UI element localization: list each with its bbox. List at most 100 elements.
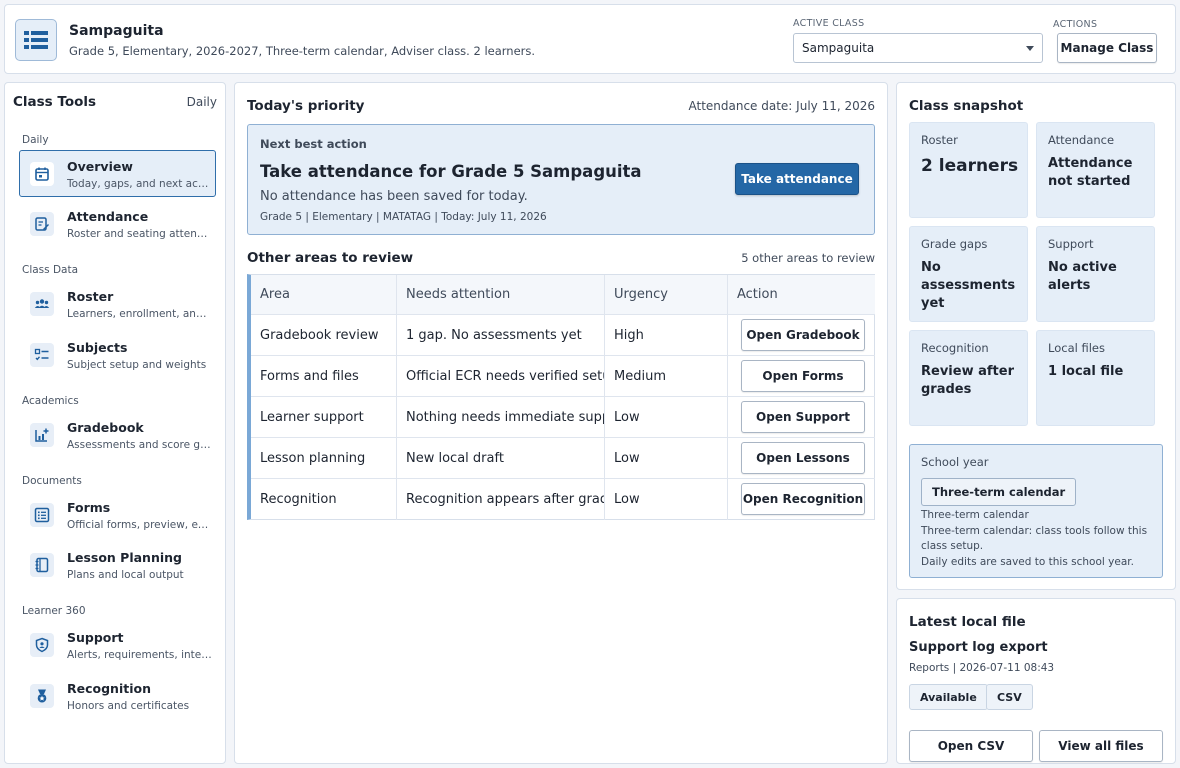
- table-row: Lesson planning New local draft Low Open…: [251, 438, 875, 479]
- review-table: Area Needs attention Urgency Action Grad…: [247, 274, 875, 520]
- sidebar-item-desc: Today, gaps, and next actions: [67, 178, 212, 190]
- urgency-cell: Medium: [605, 356, 728, 396]
- class-title: Sampaguita: [69, 23, 164, 39]
- open-csv-button[interactable]: Open CSV: [909, 730, 1033, 762]
- chevron-down-icon: [1026, 46, 1034, 51]
- tile-label: Attendance: [1048, 133, 1115, 147]
- actions-label: ACTIONS: [1053, 19, 1098, 30]
- needs-cell: 1 gap. No assessments yet: [397, 315, 605, 355]
- sidebar-item-label: Overview: [67, 159, 133, 174]
- needs-cell: Nothing needs immediate support: [397, 397, 605, 437]
- status-badge: Available: [909, 684, 988, 710]
- manage-class-button[interactable]: Manage Class: [1057, 33, 1157, 63]
- checklist-icon: [30, 343, 54, 367]
- tile-value: 1 local file: [1048, 364, 1124, 379]
- sidebar-item-label: Roster: [67, 289, 114, 304]
- snapshot-title: Class snapshot: [909, 98, 1024, 114]
- action-cell: Open Gradebook: [728, 315, 875, 355]
- needs-cell: Official ECR needs verified setup: [397, 356, 605, 396]
- sidebar-item-recognition[interactable]: Recognition Honors and certificates: [19, 672, 216, 719]
- group-academics: Academics: [22, 395, 79, 407]
- open-gradebook-button[interactable]: Open Gradebook: [741, 319, 865, 351]
- group-class-data: Class Data: [22, 264, 79, 276]
- open-support-button[interactable]: Open Support: [741, 401, 865, 433]
- sidebar-item-label: Subjects: [67, 340, 128, 355]
- sidebar-item-roster[interactable]: Roster Learners, enrollment, and imports: [19, 280, 216, 327]
- urgency-cell: Low: [605, 438, 728, 478]
- sidebar-item-forms[interactable]: Forms Official forms, preview, export: [19, 491, 216, 538]
- column-header: Action: [737, 287, 778, 302]
- other-areas-count: 5 other areas to review: [741, 251, 875, 265]
- list-icon: [15, 19, 57, 61]
- take-attendance-button[interactable]: Take attendance: [735, 163, 859, 195]
- active-class-label: ACTIVE CLASS: [793, 18, 865, 29]
- sidebar-item-desc: Learners, enrollment, and imports: [67, 308, 212, 320]
- next-action-meta: Grade 5 | Elementary | MATATAG | Today: …: [260, 211, 547, 223]
- sidebar-item-label: Support: [67, 630, 124, 645]
- active-class-value: Sampaguita: [802, 41, 875, 55]
- sidebar-item-subjects[interactable]: Subjects Subject setup and weights: [19, 331, 216, 378]
- table-row: Learner support Nothing needs immediate …: [251, 397, 875, 438]
- tile-label: Roster: [921, 133, 958, 147]
- snapshot-tile-local-files: Local files 1 local file: [1036, 330, 1155, 426]
- next-action-title: Take attendance for Grade 5 Sampaguita: [260, 162, 642, 181]
- sidebar-item-label: Gradebook: [67, 420, 144, 435]
- snapshot-tile-grade-gaps: Grade gaps No assessments yet: [909, 226, 1028, 322]
- sidebar-item-attendance[interactable]: Attendance Roster and seating attendance: [19, 200, 216, 247]
- open-forms-button[interactable]: Open Forms: [741, 360, 865, 392]
- tile-value: Attendance not started: [1048, 156, 1133, 189]
- open-lessons-button[interactable]: Open Lessons: [741, 442, 865, 474]
- table-row: Gradebook review 1 gap. No assessments y…: [251, 315, 875, 356]
- sidebar-item-support[interactable]: Support Alerts, requirements, interventi…: [19, 621, 216, 668]
- latest-file-title: Latest local file: [909, 614, 1026, 630]
- sidebar-item-desc: Assessments and score grid: [67, 439, 212, 451]
- next-best-action-card: Next best action Take attendance for Gra…: [247, 124, 875, 235]
- sidebar-item-desc: Plans and local output: [67, 569, 184, 581]
- tile-value: 2 learners: [921, 156, 1019, 176]
- tile-value: Review after grades: [921, 364, 1014, 397]
- table-row: Recognition Recognition appears after gr…: [251, 479, 875, 520]
- file-name: Support log export: [909, 640, 1048, 655]
- latest-local-file-panel: Latest local file Support log export Rep…: [896, 598, 1176, 764]
- shield-icon: [30, 633, 54, 657]
- school-year-line: Three-term calendar: [921, 509, 1029, 521]
- priority-title: Today's priority: [247, 98, 365, 114]
- tile-value: No active alerts: [1048, 260, 1117, 293]
- area-cell: Gradebook review: [251, 315, 397, 355]
- sidebar-mode: Daily: [186, 95, 217, 109]
- urgency-cell: Low: [605, 479, 728, 520]
- sidebar-item-overview[interactable]: Overview Today, gaps, and next actions: [19, 150, 216, 197]
- area-cell: Recognition: [251, 479, 397, 520]
- view-all-files-button[interactable]: View all files: [1039, 730, 1163, 762]
- other-areas-title: Other areas to review: [247, 250, 414, 266]
- medal-icon: [30, 684, 54, 708]
- group-learner-360: Learner 360: [22, 605, 86, 617]
- form-icon: [30, 503, 54, 527]
- area-cell: Forms and files: [251, 356, 397, 396]
- tile-label: Support: [1048, 237, 1094, 251]
- todays-priority-panel: Today's priority Attendance date: July 1…: [234, 82, 888, 764]
- table-header: Area Needs attention Urgency Action: [251, 275, 875, 315]
- active-class-select[interactable]: Sampaguita: [793, 33, 1043, 63]
- column-header: Urgency: [605, 275, 728, 314]
- area-cell: Lesson planning: [251, 438, 397, 478]
- action-cell: Open Support: [728, 397, 875, 437]
- sidebar-item-label: Attendance: [67, 209, 149, 224]
- snapshot-tile-recognition: Recognition Review after grades: [909, 330, 1028, 426]
- sidebar-item-lesson-planning[interactable]: Lesson Planning Plans and local output: [19, 541, 216, 588]
- area-cell: Learner support: [251, 397, 397, 437]
- open-recognition-button[interactable]: Open Recognition: [741, 483, 865, 515]
- tile-label: Local files: [1048, 341, 1105, 355]
- sidebar-item-desc: Alerts, requirements, interventions: [67, 649, 212, 661]
- sidebar-item-gradebook[interactable]: Gradebook Assessments and score grid: [19, 411, 216, 458]
- urgency-cell: High: [605, 315, 728, 355]
- school-year-label: School year: [921, 455, 989, 469]
- edit-checklist-icon: [30, 212, 54, 236]
- calendar-chip[interactable]: Three-term calendar: [921, 478, 1077, 506]
- file-meta: Reports | 2026-07-11 08:43: [909, 662, 1055, 674]
- class-description: Grade 5, Elementary, 2026-2027, Three-te…: [69, 44, 536, 58]
- sidebar-title: Class Tools: [13, 94, 97, 110]
- school-year-line: Three-term calendar: class tools follow …: [921, 525, 1148, 552]
- tile-label: Grade gaps: [921, 237, 988, 251]
- tile-label: Recognition: [921, 341, 989, 355]
